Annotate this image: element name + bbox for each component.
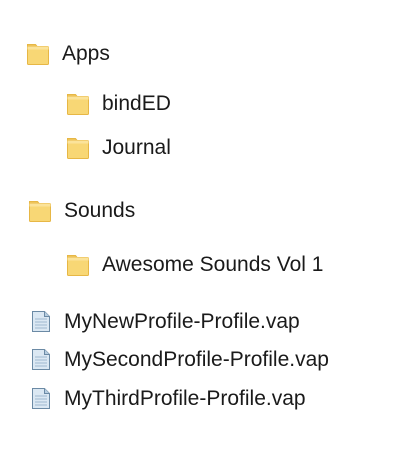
tree-item-apps[interactable]: Apps bbox=[26, 33, 110, 73]
folder-icon bbox=[66, 251, 92, 277]
tree-item-awesome-sounds-vol-1[interactable]: Awesome Sounds Vol 1 bbox=[66, 244, 323, 284]
tree-item-label: MyNewProfile-Profile.vap bbox=[64, 309, 300, 333]
tree-item-label: MyThirdProfile-Profile.vap bbox=[64, 386, 306, 410]
folder-icon bbox=[28, 197, 54, 223]
folder-icon bbox=[66, 90, 92, 116]
tree-item-binded[interactable]: bindED bbox=[66, 83, 171, 123]
tree-item-label: Sounds bbox=[64, 198, 136, 222]
folder-icon bbox=[66, 134, 92, 160]
folder-icon bbox=[26, 40, 52, 66]
file-icon bbox=[28, 346, 54, 372]
file-icon bbox=[28, 308, 54, 334]
tree-item-mynewprofile[interactable]: MyNewProfile-Profile.vap bbox=[28, 301, 300, 341]
tree-item-journal[interactable]: Journal bbox=[66, 127, 171, 167]
tree-item-mysecondprofile[interactable]: MySecondProfile-Profile.vap bbox=[28, 339, 329, 379]
tree-item-label: Journal bbox=[102, 135, 171, 159]
tree-item-label: bindED bbox=[102, 91, 171, 115]
tree-item-mythirdprofile[interactable]: MyThirdProfile-Profile.vap bbox=[28, 378, 306, 418]
tree-item-label: Awesome Sounds Vol 1 bbox=[102, 252, 324, 276]
tree-item-sounds[interactable]: Sounds bbox=[28, 190, 135, 230]
tree-item-label: MySecondProfile-Profile.vap bbox=[64, 347, 329, 371]
file-icon bbox=[28, 385, 54, 411]
tree-item-label: Apps bbox=[62, 41, 110, 65]
